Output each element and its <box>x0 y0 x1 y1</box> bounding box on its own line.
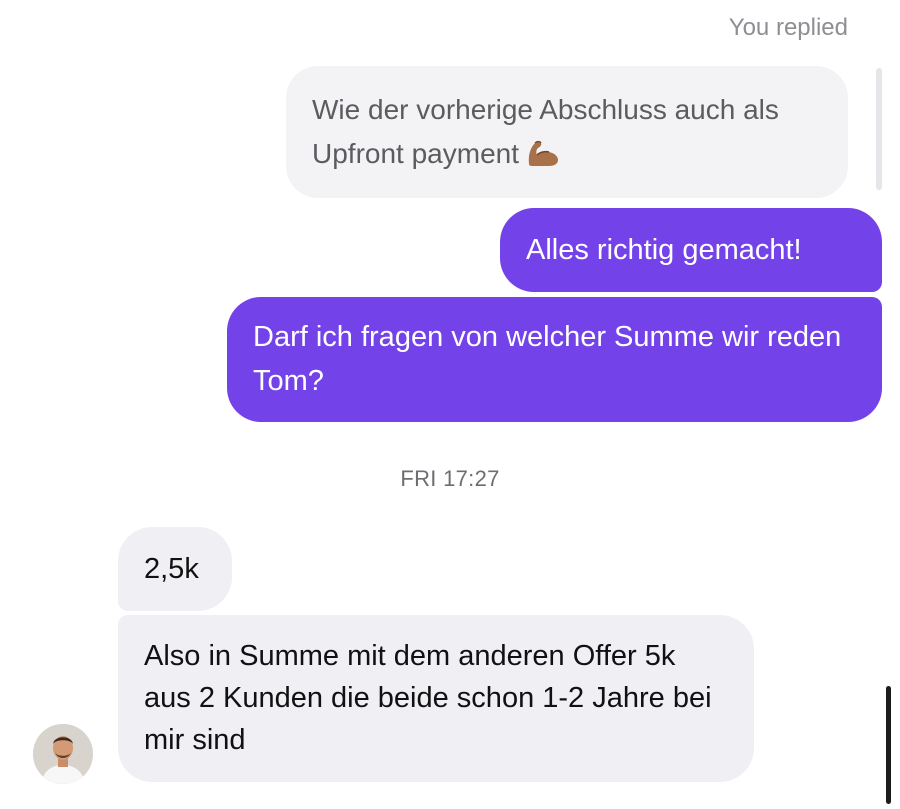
outgoing-message-bubble[interactable]: Darf ich fragen von welcher Summe wir re… <box>227 297 882 422</box>
incoming-message-bubble[interactable]: 2,5k <box>118 527 232 611</box>
message-timestamp: FRI 17:27 <box>400 466 500 491</box>
quoted-message-bubble[interactable]: Wie der vorherige Abschluss auch als Upf… <box>286 66 848 198</box>
you-replied-label: You replied <box>728 14 848 41</box>
outgoing-message-text: Alles richtig gemacht! <box>526 234 802 266</box>
incoming-message-text: 2,5k <box>144 553 199 585</box>
scrollbar-thumb[interactable] <box>886 686 891 804</box>
incoming-message-bubble[interactable]: Also in Summe mit dem anderen Offer 5k a… <box>118 615 754 782</box>
outgoing-message-bubble[interactable]: Alles richtig gemacht! <box>500 208 882 292</box>
outgoing-message-text: Darf ich fragen von welcher Summe wir re… <box>253 321 842 397</box>
contact-avatar[interactable] <box>33 724 93 784</box>
scrollbar-track-top[interactable] <box>876 68 882 190</box>
incoming-message-text: Also in Summe mit dem anderen Offer 5k a… <box>144 640 712 756</box>
flexed-biceps-icon <box>525 137 561 167</box>
